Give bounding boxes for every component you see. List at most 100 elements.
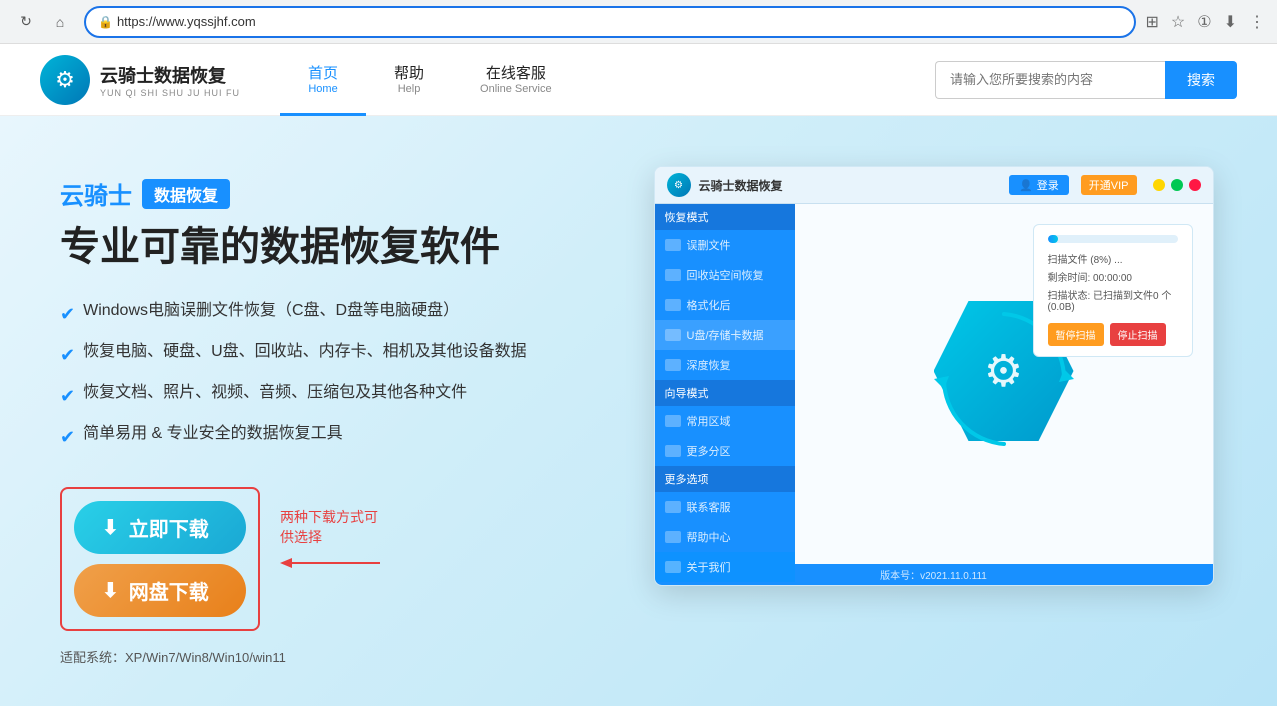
url-input[interactable] <box>117 14 1122 29</box>
app-title-text: 云骑士数据恢复 <box>699 177 1002 194</box>
reload-button[interactable]: ↻ <box>12 8 40 36</box>
feature-text-3: 恢复文档、照片、视频、音频、压缩包及其他各种文件 <box>83 381 467 405</box>
time-label: 剩余时间: 00:00:00 <box>1048 269 1178 284</box>
sidebar-section-wizard: 向导模式 <box>655 380 795 406</box>
nav-item-home[interactable]: 首页 Home <box>280 44 366 116</box>
sidebar-udisk-label: U盘/存储卡数据 <box>687 327 764 343</box>
feature-text-4: 简单易用 & 专业安全的数据恢复工具 <box>83 422 343 446</box>
hero-tagline: 云骑士 数据恢复 <box>60 176 610 211</box>
download-arrow-icon: ⬇ <box>102 515 119 540</box>
progress-label: 扫描文件 (8%) ... <box>1048 251 1178 266</box>
sidebar-deleted-label: 误删文件 <box>687 237 731 253</box>
scan-buttons: 暂停扫描 停止扫描 <box>1048 323 1178 346</box>
download-primary-button[interactable]: ⬇ 立即下载 <box>74 501 246 554</box>
close-button[interactable] <box>1189 179 1201 191</box>
hero-title: 专业可靠的数据恢复软件 <box>60 223 610 271</box>
site-header: ⚙ 云骑士数据恢复 YUN QI SHI SHU JU HUI FU 首页 Ho… <box>0 44 1277 116</box>
user-icon: 👤 <box>1019 179 1033 192</box>
browser-right-icons: ⊞ ☆ ① ⬇ ⋮ <box>1146 12 1266 32</box>
account-icon[interactable]: ① <box>1197 12 1211 32</box>
recovery-mode-label: 恢复模式 <box>665 209 709 225</box>
search-input[interactable] <box>935 61 1165 99</box>
nav-service-zh: 在线客服 <box>486 62 546 83</box>
sidebar-item-deep[interactable]: 深度恢复 <box>655 350 795 380</box>
nav-menu: 首页 Home 帮助 Help 在线客服 Online Service <box>280 44 580 116</box>
feature-text-2: 恢复电脑、硬盘、U盘、回收站、内存卡、相机及其他设备数据 <box>83 340 527 364</box>
favorites-icon[interactable]: ☆ <box>1171 12 1185 32</box>
app-main: ⚙ <box>795 204 1213 564</box>
check-icon-3: ✔ <box>60 383 75 410</box>
app-win-controls <box>1153 179 1201 191</box>
sidebar-item-about[interactable]: 关于我们 <box>655 552 795 582</box>
maximize-button[interactable] <box>1171 179 1183 191</box>
logo-sub-text: YUN QI SHI SHU JU HUI FU <box>100 88 240 98</box>
hero-features: ✔ Windows电脑误删文件恢复（C盘、D盘等电脑硬盘） ✔ 恢复电脑、硬盘、… <box>60 299 610 451</box>
hero-brand: 云骑士 <box>60 176 132 211</box>
sidebar-more-label: 更多分区 <box>687 443 731 459</box>
feature-item-1: ✔ Windows电脑误删文件恢复（C盘、D盘等电脑硬盘） <box>60 299 610 328</box>
sidebar-section-more: 更多选项 <box>655 466 795 492</box>
nav-help-en: Help <box>398 83 421 95</box>
feature-item-2: ✔ 恢复电脑、硬盘、U盘、回收站、内存卡、相机及其他设备数据 <box>60 340 610 369</box>
udisk-icon <box>665 329 681 341</box>
check-icon-1: ✔ <box>60 301 75 328</box>
download-icon[interactable]: ⬇ <box>1224 12 1237 32</box>
download-primary-label: 立即下载 <box>129 513 209 542</box>
more-options-label: 更多选项 <box>665 471 709 487</box>
vip-button[interactable]: 开通VIP <box>1081 175 1137 195</box>
hero-section: 云骑士 数据恢复 专业可靠的数据恢复软件 ✔ Windows电脑误删文件恢复（C… <box>0 116 1277 706</box>
sidebar-item-helpcenter[interactable]: 帮助中心 <box>655 522 795 552</box>
common-icon <box>665 415 681 427</box>
download-cloud-button[interactable]: ⬇ 网盘下载 <box>74 564 246 617</box>
cloud-arrow-icon: ⬇ <box>102 578 119 603</box>
progress-bar-wrap <box>1048 235 1178 243</box>
version-text: 版本号：v2021.11.0.111 <box>880 571 987 582</box>
helpcenter-icon <box>665 531 681 543</box>
stop-scan-button[interactable]: 停止扫描 <box>1110 323 1166 346</box>
search-button[interactable]: 搜索 <box>1165 61 1237 99</box>
check-icon-4: ✔ <box>60 424 75 451</box>
sidebar-contact-label: 联系客服 <box>687 499 731 515</box>
sidebar-item-udisk[interactable]: U盘/存储卡数据 <box>655 320 795 350</box>
extensions-icon[interactable]: ⊞ <box>1146 12 1159 32</box>
logo-icon: ⚙ <box>40 55 90 105</box>
morepartitions-icon <box>665 445 681 457</box>
sidebar-item-format[interactable]: 格式化后 <box>655 290 795 320</box>
sidebar-item-contact[interactable]: 联系客服 <box>655 492 795 522</box>
app-window: ⚙ 云骑士数据恢复 👤 登录 开通VIP 恢复模式 <box>654 166 1214 586</box>
minimize-button[interactable] <box>1153 179 1165 191</box>
nav-item-help[interactable]: 帮助 Help <box>366 44 452 116</box>
hero-right: ⚙ 云骑士数据恢复 👤 登录 开通VIP 恢复模式 <box>650 166 1217 586</box>
pause-scan-button[interactable]: 暂停扫描 <box>1048 323 1104 346</box>
logo-area: ⚙ 云骑士数据恢复 YUN QI SHI SHU JU HUI FU <box>40 55 240 105</box>
home-button[interactable]: ⌂ <box>46 8 74 36</box>
app-sidebar: 恢复模式 误删文件 回收站空间恢复 格式化后 <box>655 204 795 564</box>
more-icon[interactable]: ⋮ <box>1249 12 1265 32</box>
deleted-icon <box>665 239 681 251</box>
feature-item-3: ✔ 恢复文档、照片、视频、音频、压缩包及其他各种文件 <box>60 381 610 410</box>
deep-icon <box>665 359 681 371</box>
sidebar-item-recycle[interactable]: 回收站空间恢复 <box>655 260 795 290</box>
feature-item-4: ✔ 简单易用 & 专业安全的数据恢复工具 <box>60 422 610 451</box>
app-titlebar: ⚙ 云骑士数据恢复 👤 登录 开通VIP <box>655 167 1213 204</box>
download-box: ⬇ 立即下载 ⬇ 网盘下载 <box>60 487 260 631</box>
sidebar-item-common[interactable]: 常用区域 <box>655 406 795 436</box>
nav-help-zh: 帮助 <box>394 62 424 83</box>
nav-home-zh: 首页 <box>308 62 338 83</box>
app-logo-small: ⚙ <box>667 173 691 197</box>
logo-main-text: 云骑士数据恢复 <box>100 62 240 88</box>
nav-service-en: Online Service <box>480 83 552 95</box>
sidebar-item-deleted[interactable]: 误删文件 <box>655 230 795 260</box>
logo-text-block: 云骑士数据恢复 YUN QI SHI SHU JU HUI FU <box>100 62 240 98</box>
sidebar-item-import[interactable]: 导入文件 <box>655 582 795 586</box>
contact-icon <box>665 501 681 513</box>
app-login-button[interactable]: 👤 登录 <box>1009 175 1069 195</box>
lock-icon: 🔒 <box>98 15 113 29</box>
header-right: 搜索 <box>935 61 1237 99</box>
progress-bar-fill <box>1048 235 1058 243</box>
address-bar[interactable]: 🔒 <box>84 6 1136 38</box>
download-section: ⬇ 立即下载 ⬇ 网盘下载 两种下载方式可供选择 <box>60 487 260 631</box>
nav-item-service[interactable]: 在线客服 Online Service <box>452 44 580 116</box>
sidebar-help-label: 帮助中心 <box>687 529 731 545</box>
sidebar-item-morepartitions[interactable]: 更多分区 <box>655 436 795 466</box>
